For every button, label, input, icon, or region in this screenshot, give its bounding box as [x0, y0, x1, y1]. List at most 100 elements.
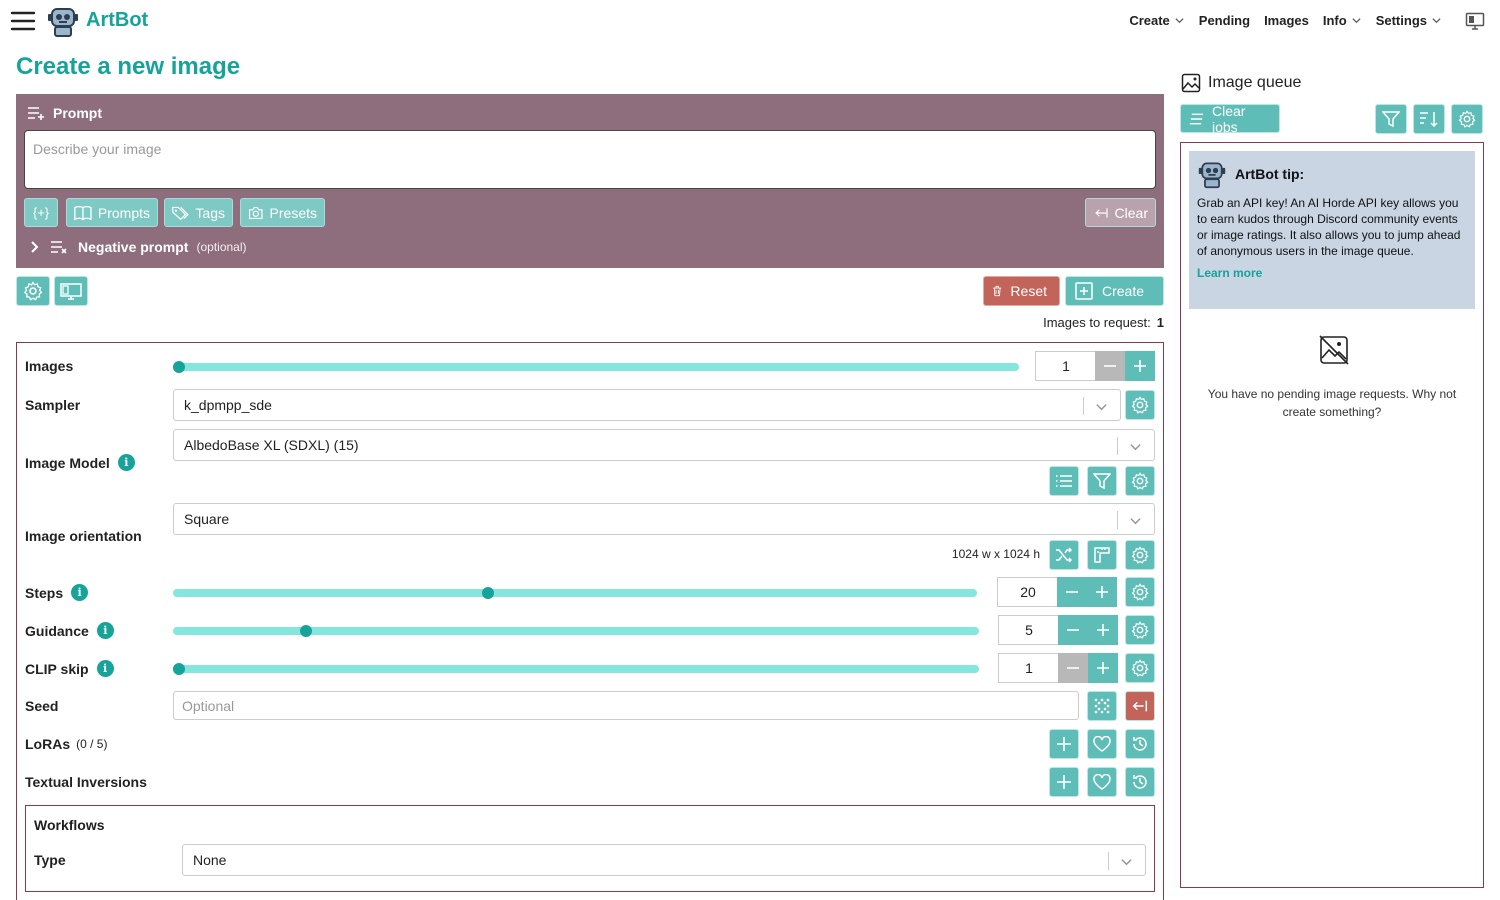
- orientation-settings-button[interactable]: [1125, 540, 1155, 570]
- layout-button[interactable]: [54, 276, 88, 306]
- model-settings-button[interactable]: [1125, 466, 1155, 496]
- create-button[interactable]: Create: [1065, 276, 1164, 306]
- no-image-icon: [1319, 335, 1349, 365]
- app-name[interactable]: ArtBot: [86, 9, 148, 32]
- info-icon[interactable]: i: [117, 454, 135, 471]
- camera-icon: [248, 206, 263, 219]
- nav-create[interactable]: Create: [1129, 13, 1184, 28]
- sampler-select[interactable]: k_dpmpp_sde: [173, 389, 1121, 421]
- loras-label-text: LoRAs: [25, 736, 71, 752]
- random-orientation-button[interactable]: [1049, 540, 1079, 570]
- steps-field[interactable]: 20: [997, 577, 1059, 607]
- add-textual-inversion-button[interactable]: [1049, 767, 1079, 797]
- learn-more-link[interactable]: Learn more: [1197, 266, 1467, 280]
- loras-label: LoRAs (0 / 5): [25, 736, 107, 752]
- seed-input[interactable]: [173, 691, 1079, 720]
- orientation-value: Square: [184, 511, 230, 527]
- prompt-label: Prompt: [53, 105, 102, 121]
- prompt-input[interactable]: [24, 130, 1156, 189]
- clip-skip-increment-button[interactable]: [1088, 653, 1118, 683]
- top-navigation: ArtBot Create Pending Images Info Settin…: [0, 0, 1500, 42]
- queue-filter-button[interactable]: [1375, 104, 1407, 134]
- steps-slider[interactable]: [173, 587, 977, 599]
- clip-skip-slider[interactable]: [173, 663, 979, 675]
- nav-info[interactable]: Info: [1323, 13, 1362, 28]
- model-details-button[interactable]: [1049, 466, 1079, 496]
- prompts-button[interactable]: Prompts: [66, 198, 158, 227]
- steps-settings-button[interactable]: [1125, 577, 1155, 607]
- clear-left-arrow-icon: [1095, 207, 1108, 218]
- images-label-text: Images: [25, 358, 74, 374]
- clear-prompt-button[interactable]: Clear: [1085, 198, 1156, 227]
- clip-skip-value: 1: [1025, 660, 1033, 676]
- select-separator: [1108, 852, 1109, 870]
- slider-thumb[interactable]: [300, 625, 313, 637]
- nav-settings[interactable]: Settings: [1376, 13, 1442, 28]
- nav-pending[interactable]: Pending: [1199, 13, 1250, 28]
- images-slider[interactable]: [173, 361, 1019, 373]
- playlist-remove-icon: [51, 241, 67, 254]
- slider-thumb[interactable]: [173, 663, 185, 675]
- info-icon[interactable]: i: [71, 584, 89, 601]
- add-lora-button[interactable]: [1049, 729, 1079, 759]
- workflow-type-select[interactable]: None: [182, 844, 1146, 876]
- steps-increment-button[interactable]: [1087, 577, 1117, 607]
- favorite-loras-button[interactable]: [1087, 729, 1117, 759]
- nav-create-label: Create: [1129, 13, 1170, 28]
- clip-skip-decrement-button[interactable]: [1058, 653, 1088, 683]
- nav-pending-label: Pending: [1198, 13, 1251, 28]
- clear-seed-button[interactable]: [1125, 691, 1155, 721]
- select-separator: [1117, 437, 1118, 455]
- guidance-increment-button[interactable]: [1088, 615, 1118, 645]
- gear-icon: [23, 281, 43, 301]
- aspect-ratio-button[interactable]: [1087, 540, 1117, 570]
- guidance-slider[interactable]: [173, 625, 979, 637]
- images-decrement-button[interactable]: [1095, 351, 1125, 381]
- presets-button[interactable]: Presets: [240, 198, 325, 227]
- dynamic-prompt-button[interactable]: {+}: [24, 198, 58, 227]
- tags-button[interactable]: Tags: [164, 198, 233, 227]
- images-count-field[interactable]: 1: [1035, 351, 1097, 381]
- heart-icon: [1093, 736, 1111, 752]
- guidance-field[interactable]: 5: [998, 615, 1060, 645]
- info-icon[interactable]: i: [96, 660, 114, 677]
- image-model-select[interactable]: AlbedoBase XL (SDXL) (15): [173, 429, 1155, 461]
- clip-skip-field[interactable]: 1: [998, 653, 1060, 683]
- square-plus-icon: [1075, 282, 1093, 300]
- steps-decrement-button[interactable]: [1057, 577, 1087, 607]
- seed-label: Seed: [25, 698, 58, 714]
- sampler-settings-button[interactable]: [1125, 390, 1155, 420]
- negative-prompt-toggle[interactable]: Negative prompt (optional): [30, 239, 247, 255]
- reset-button[interactable]: Reset: [983, 276, 1060, 306]
- favorite-textual-inversions-button[interactable]: [1087, 767, 1117, 797]
- random-seed-button[interactable]: [1087, 691, 1117, 721]
- tags-label: Tags: [195, 204, 225, 221]
- images-to-request-value: 1: [1156, 315, 1164, 330]
- slider-thumb[interactable]: [481, 587, 494, 599]
- model-filter-button[interactable]: [1087, 466, 1117, 496]
- desktop-layout-icon[interactable]: [1465, 11, 1485, 31]
- guidance-settings-button[interactable]: [1125, 615, 1155, 645]
- artbot-logo-icon[interactable]: [46, 4, 80, 38]
- menu-icon[interactable]: [10, 8, 36, 34]
- filter-icon: [1382, 111, 1400, 128]
- recent-textual-inversions-button[interactable]: [1125, 767, 1155, 797]
- image-dimensions: 1024 w x 1024 h: [951, 547, 1040, 561]
- recent-loras-button[interactable]: [1125, 729, 1155, 759]
- guidance-label-text: Guidance: [25, 622, 89, 639]
- tags-icon: [172, 206, 189, 220]
- nav-images[interactable]: Images: [1264, 13, 1309, 28]
- queue-settings-button[interactable]: [1451, 104, 1483, 134]
- clip-skip-settings-button[interactable]: [1125, 653, 1155, 683]
- images-increment-button[interactable]: [1125, 351, 1155, 381]
- clear-jobs-button[interactable]: Clear jobs: [1180, 103, 1280, 135]
- minus-icon: [1066, 591, 1078, 593]
- guidance-decrement-button[interactable]: [1058, 615, 1088, 645]
- info-icon[interactable]: i: [96, 622, 114, 639]
- slider-thumb[interactable]: [173, 361, 185, 373]
- orientation-select[interactable]: Square: [173, 503, 1155, 535]
- orientation-label: Image orientation: [25, 528, 142, 544]
- settings-button[interactable]: [16, 276, 50, 306]
- queue-sort-button[interactable]: [1413, 104, 1445, 134]
- plus-icon: [1057, 737, 1071, 751]
